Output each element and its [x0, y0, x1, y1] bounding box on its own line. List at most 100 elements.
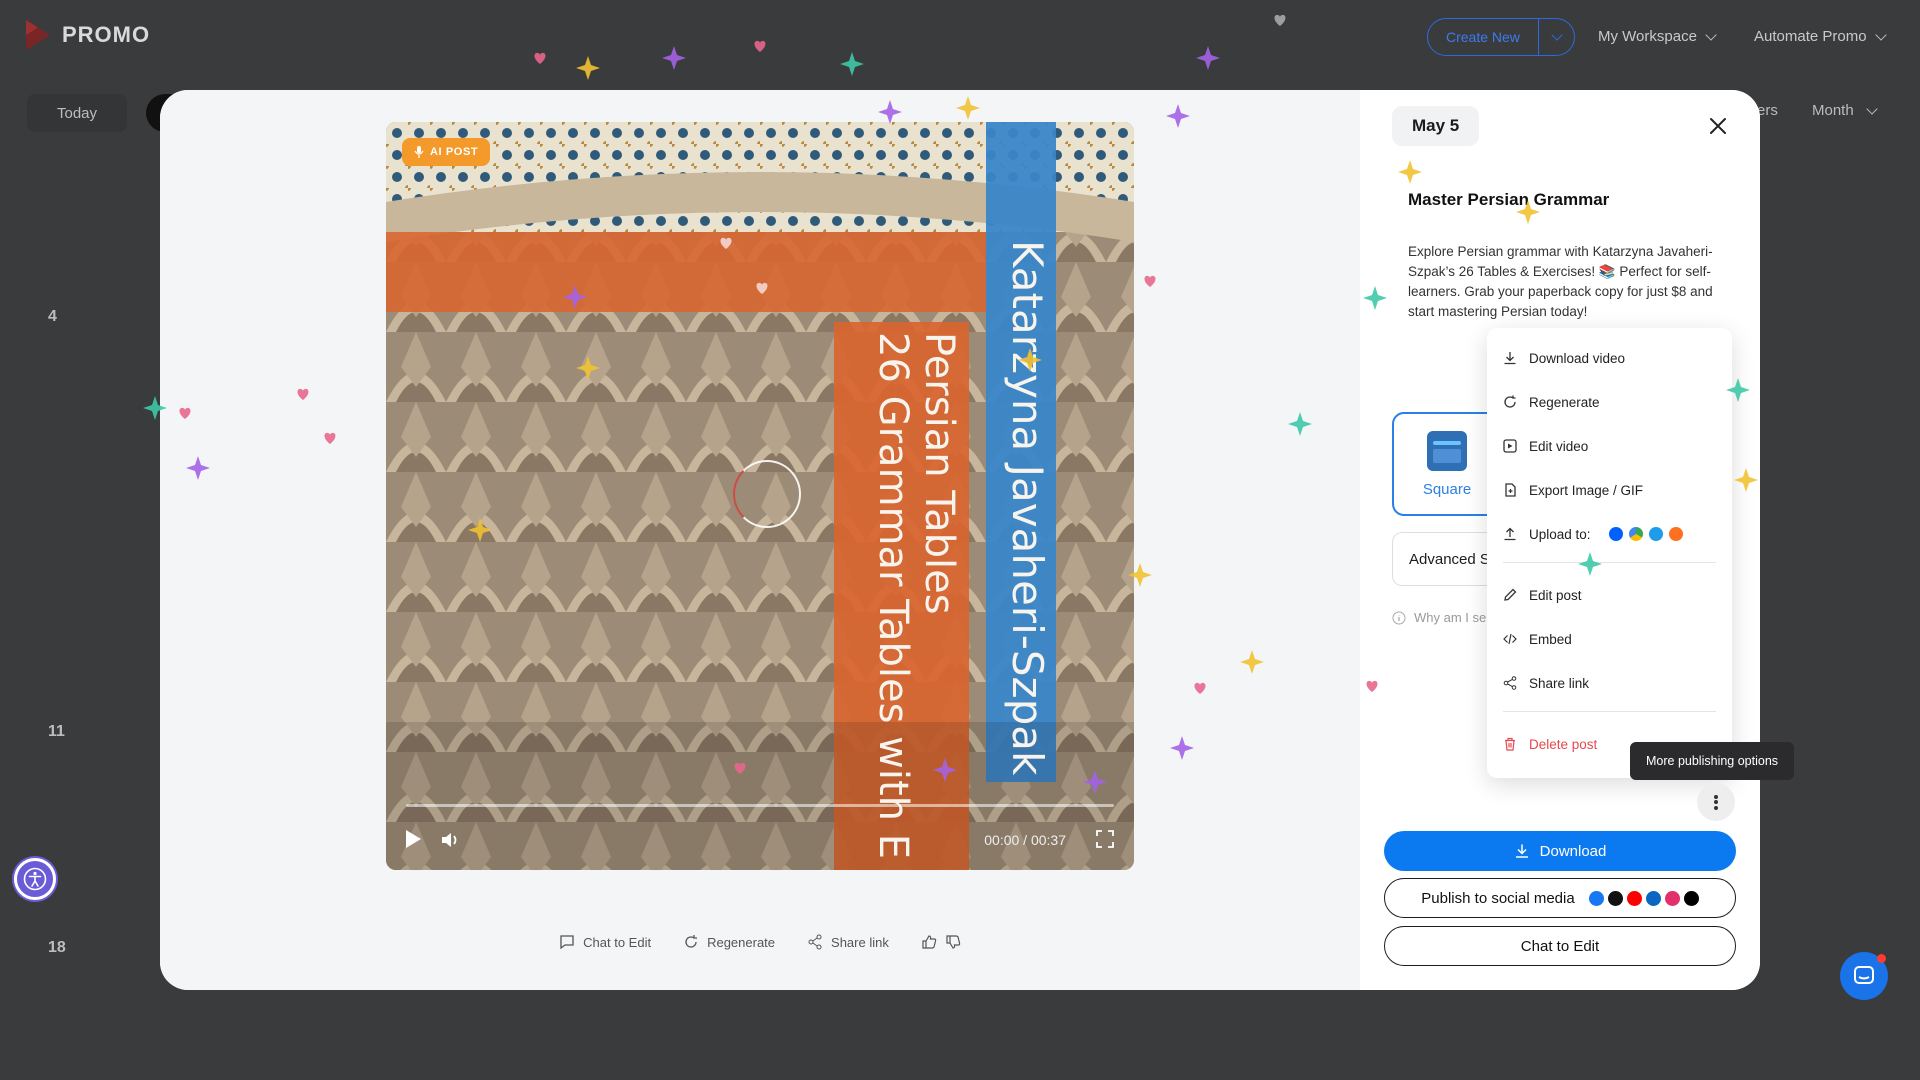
automate-menu[interactable]: Automate Promo — [1754, 28, 1887, 45]
video-controls: 00:00 / 00:37 — [386, 822, 1134, 862]
info-icon — [1392, 611, 1406, 624]
month-view-select[interactable]: Month — [1812, 102, 1878, 119]
video-time: 00:00 / 00:37 — [984, 832, 1066, 848]
tiktok-icon — [1683, 890, 1699, 906]
menu-label: Embed — [1529, 631, 1572, 647]
calendar-day-number: 18 — [48, 939, 66, 956]
create-new-button[interactable]: Create New — [1427, 18, 1575, 56]
chevron-down-icon — [1866, 102, 1878, 115]
regenerate-label: Regenerate — [707, 934, 776, 950]
chat-edit-icon — [560, 935, 574, 950]
create-new-dropdown[interactable] — [1538, 19, 1574, 55]
dropbox-icon[interactable] — [1608, 527, 1623, 541]
instagram-icon — [1664, 890, 1680, 906]
menu-export-image-gif[interactable]: Export Image / GIF — [1503, 468, 1716, 512]
microphone-icon — [414, 146, 424, 158]
thumbs-down-icon[interactable] — [945, 934, 961, 950]
publish-label: Publish to social media — [1421, 889, 1575, 907]
month-label: Month — [1812, 102, 1854, 119]
menu-regenerate[interactable]: Regenerate — [1503, 380, 1716, 424]
post-date: May 5 — [1392, 106, 1480, 146]
video-player[interactable]: AI POST Katarzyna Javaheri-Szpak Persian… — [386, 122, 1134, 870]
calendar-day-number: 4 — [48, 308, 57, 325]
my-workspace-menu[interactable]: My Workspace — [1598, 28, 1717, 45]
upload-destinations — [1608, 527, 1683, 541]
filters-label[interactable]: ers — [1757, 102, 1778, 119]
support-chat-button[interactable] — [1840, 952, 1888, 1000]
ai-post-label: AI POST — [430, 146, 479, 158]
regenerate-icon — [685, 935, 698, 948]
share-icon — [1503, 676, 1517, 690]
preview-pane: AI POST Katarzyna Javaheri-Szpak Persian… — [160, 90, 1360, 990]
top-bar: PROMO Create New My Workspace Automate P… — [0, 0, 1920, 72]
my-workspace-label: My Workspace — [1598, 28, 1697, 45]
menu-upload-to[interactable]: Upload to: — [1503, 512, 1716, 556]
download-icon — [1504, 352, 1516, 365]
format-option-square[interactable]: Square — [1392, 412, 1502, 516]
regenerate-icon — [1504, 395, 1516, 408]
publish-social-button[interactable]: Publish to social media — [1384, 878, 1736, 918]
video-progress-bar[interactable] — [406, 804, 1114, 807]
loading-spinner — [733, 460, 801, 528]
format-thumbnail — [1427, 430, 1467, 471]
video-title-line-2: 26 Grammar Tables with E — [870, 332, 916, 860]
accessibility-button[interactable] — [14, 858, 56, 900]
chat-to-edit-button[interactable]: Chat to Edit — [1384, 926, 1736, 966]
preview-actions: Chat to Edit Regenerate Share link — [160, 934, 1360, 950]
download-label: Download — [1539, 842, 1607, 860]
close-icon[interactable] — [1706, 114, 1730, 138]
brand-name: PROMO — [62, 22, 151, 47]
menu-edit-post[interactable]: Edit post — [1503, 573, 1716, 617]
ai-post-badge: AI POST — [402, 138, 491, 166]
share-icon — [808, 934, 822, 950]
fullscreen-icon[interactable] — [1096, 830, 1114, 848]
promo-logo[interactable]: PROMO — [24, 18, 150, 52]
upload-icon — [1504, 527, 1516, 541]
menu-download-video[interactable]: Download video — [1503, 336, 1716, 380]
upload-service-icon[interactable] — [1668, 527, 1683, 541]
share-link-label: Share link — [831, 934, 889, 950]
chat-to-edit-link[interactable]: Chat to Edit — [559, 934, 651, 950]
create-new-label: Create New — [1446, 29, 1520, 45]
play-icon[interactable] — [406, 830, 421, 848]
video-author-overlay: Katarzyna Javaheri-Szpak — [1003, 240, 1052, 776]
post-description: Explore Persian grammar with Katarzyna J… — [1408, 244, 1713, 319]
menu-label: Regenerate — [1529, 394, 1600, 410]
menu-label: Delete post — [1529, 736, 1598, 752]
notification-dot — [1877, 954, 1886, 963]
video-title-line-1: Persian Tables — [916, 332, 962, 615]
more-options-menu: Download video Regenerate Edit video Exp… — [1487, 328, 1732, 778]
today-button[interactable]: Today — [27, 94, 127, 132]
chat-icon — [1854, 966, 1874, 984]
thumbs-up-icon[interactable] — [921, 934, 937, 950]
more-options-button[interactable] — [1697, 783, 1735, 821]
menu-divider — [1503, 711, 1716, 712]
why-label: Why am I se — [1414, 610, 1487, 625]
accessibility-icon — [23, 867, 47, 891]
vertical-dots-icon — [1714, 793, 1718, 811]
facebook-icon — [1588, 890, 1604, 906]
chevron-down-icon — [1550, 29, 1563, 41]
menu-edit-video[interactable]: Edit video — [1503, 424, 1716, 468]
format-label: Square — [1422, 480, 1472, 498]
pencil-icon — [1504, 588, 1517, 601]
regenerate-link[interactable]: Regenerate — [683, 934, 775, 950]
linkedin-icon — [1645, 890, 1661, 906]
download-button[interactable]: Download — [1384, 831, 1736, 871]
volume-icon[interactable] — [440, 830, 462, 850]
menu-label: Edit post — [1529, 587, 1582, 603]
google-drive-icon[interactable] — [1628, 527, 1643, 541]
menu-label: Edit video — [1529, 438, 1589, 454]
why-am-i-seeing-link[interactable]: Why am I se — [1392, 610, 1486, 625]
share-link-action[interactable]: Share link — [807, 934, 889, 950]
calendar-day-number: 11 — [48, 723, 65, 740]
cloud-service-icon[interactable] — [1648, 527, 1663, 541]
chat-to-edit-label: Chat to Edit — [583, 934, 652, 950]
chevron-down-icon — [1705, 28, 1717, 41]
promo-logo-icon — [26, 20, 50, 50]
menu-label: Share link — [1529, 675, 1590, 691]
menu-share-link[interactable]: Share link — [1503, 661, 1716, 705]
menu-embed[interactable]: Embed — [1503, 617, 1716, 661]
automate-label: Automate Promo — [1754, 28, 1867, 45]
post-title: Master Persian Grammar — [1408, 190, 1610, 209]
